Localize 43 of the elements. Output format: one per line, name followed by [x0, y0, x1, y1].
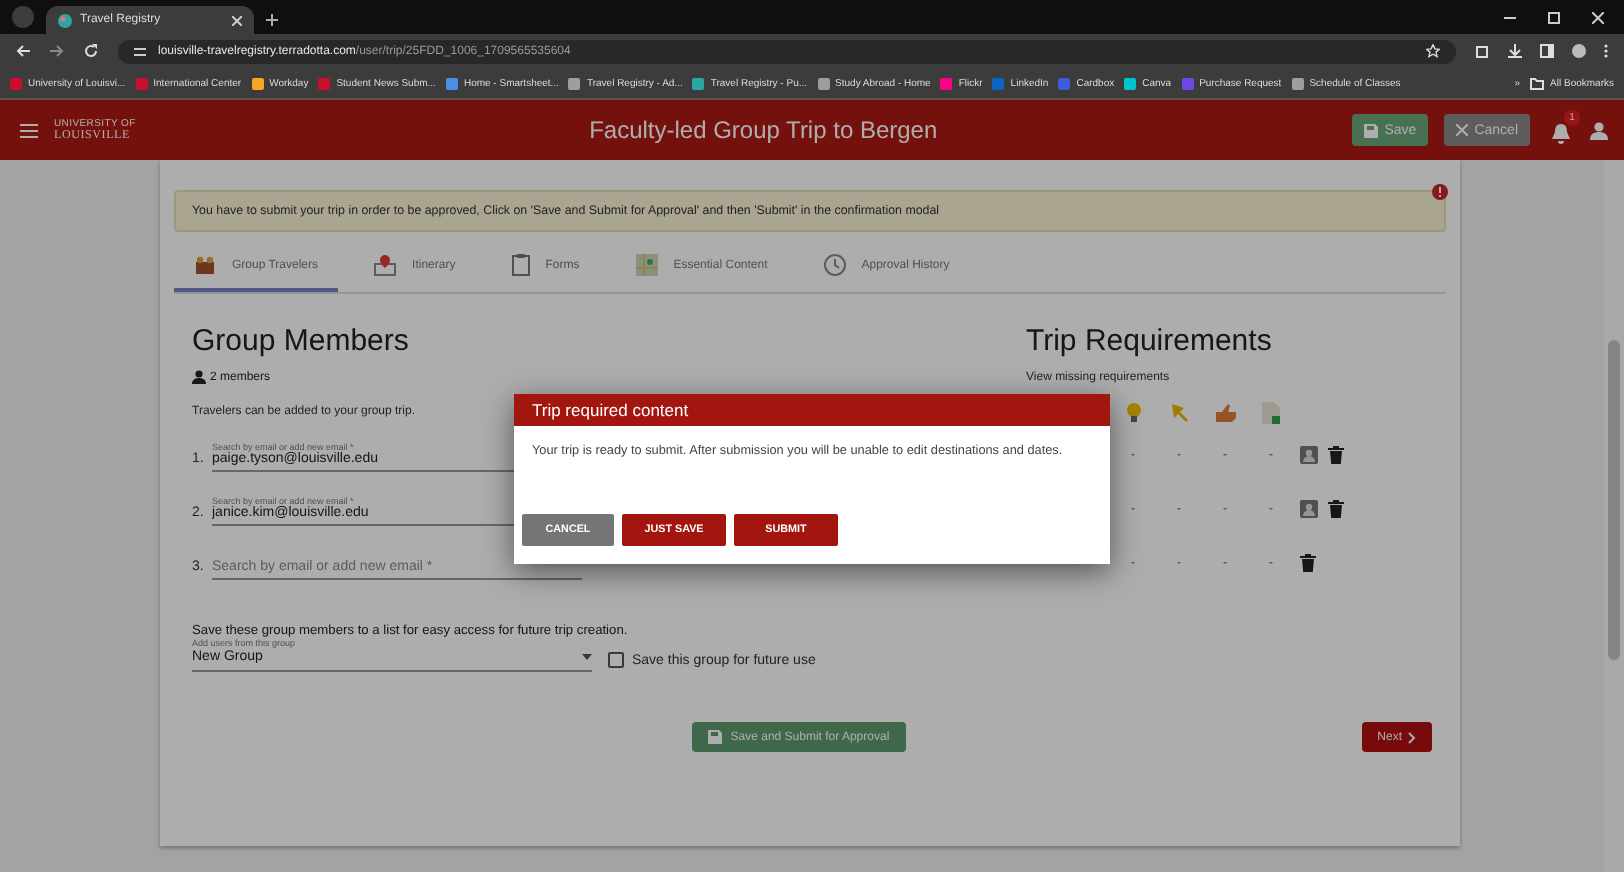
bell-icon — [1551, 124, 1569, 144]
person-icon — [192, 370, 206, 384]
thumbs-up-icon — [1215, 403, 1235, 421]
page-title: Faculty-led Group Trip to Bergen — [587, 116, 940, 144]
pushpin-icon — [1169, 402, 1189, 422]
clipboard-icon — [511, 254, 530, 276]
trash-icon[interactable] — [1300, 554, 1316, 572]
close-icon[interactable] — [232, 15, 242, 25]
forward-icon[interactable] — [50, 44, 64, 58]
trash-icon[interactable] — [1328, 446, 1344, 464]
close-icon[interactable] — [1592, 12, 1604, 24]
back-icon[interactable] — [16, 44, 30, 58]
restore-icon[interactable] — [1548, 12, 1560, 24]
group-icon — [194, 256, 216, 274]
close-icon — [1456, 124, 1469, 136]
side-panel-icon[interactable] — [1540, 44, 1554, 58]
caret-icon — [582, 654, 592, 660]
download-icon[interactable] — [1508, 44, 1522, 58]
site-info-icon[interactable] — [134, 45, 146, 57]
scrollbar-thumb[interactable] — [1608, 340, 1620, 660]
history-icon — [823, 254, 846, 276]
globe-icon — [58, 13, 72, 27]
error-icon — [1432, 184, 1448, 200]
map-icon — [635, 254, 658, 276]
document-icon — [1262, 401, 1280, 423]
id-card-icon[interactable] — [1299, 446, 1317, 464]
trash-icon[interactable] — [1328, 500, 1344, 518]
id-card-icon[interactable] — [1299, 500, 1317, 518]
reload-icon[interactable] — [84, 44, 98, 58]
star-icon[interactable] — [1426, 44, 1440, 58]
dialog-title: Trip required content — [514, 394, 1110, 426]
extensions-icon[interactable] — [1476, 44, 1490, 58]
menu-icon[interactable] — [20, 123, 38, 137]
user-icon[interactable] — [1590, 121, 1608, 139]
section-heading: Trip Requirements — [1026, 324, 1274, 358]
chevron-right-icon — [1408, 731, 1416, 743]
lightbulb-icon — [1125, 402, 1141, 422]
new-tab-icon[interactable] — [266, 14, 278, 26]
section-heading: Group Members — [192, 324, 411, 358]
map-pin-icon — [374, 254, 397, 276]
profile-icon[interactable] — [1572, 44, 1586, 58]
folder-icon — [1530, 77, 1545, 89]
minimize-icon[interactable] — [1504, 12, 1516, 24]
